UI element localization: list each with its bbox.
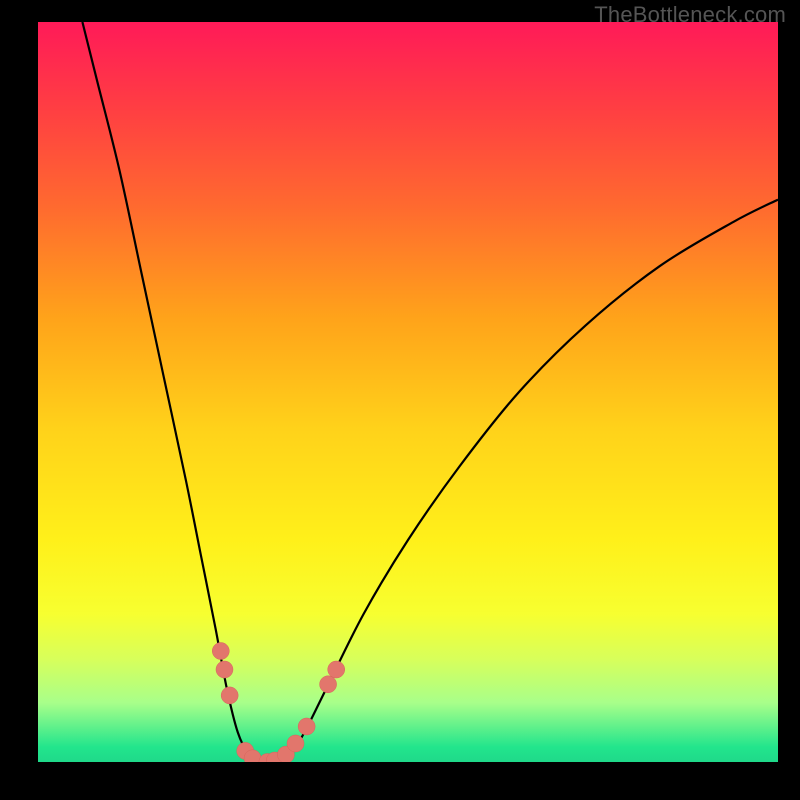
chart-frame: TheBottleneck.com: [0, 0, 800, 800]
plot-area: [38, 22, 778, 762]
data-marker: [298, 718, 315, 735]
data-marker: [328, 661, 345, 678]
data-marker: [221, 687, 238, 704]
chart-svg: [38, 22, 778, 762]
markers-group: [212, 643, 344, 763]
data-marker: [287, 735, 304, 752]
data-marker: [212, 643, 229, 660]
data-marker: [320, 676, 337, 693]
data-marker: [216, 661, 233, 678]
bottleneck-curve: [82, 22, 778, 762]
